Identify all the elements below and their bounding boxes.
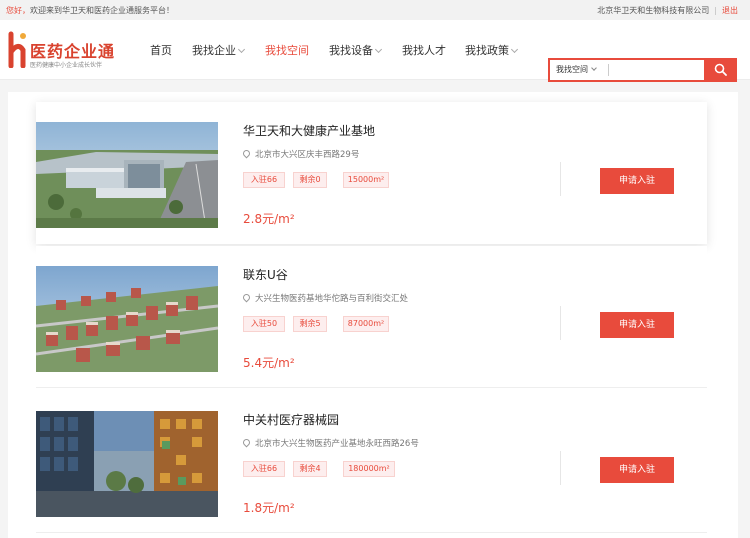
listing-address-text: 北京市大兴生物医药产业基地永旺西路26号 (255, 439, 419, 449)
separator: | (714, 6, 717, 15)
list-item[interactable]: 联东U谷 大兴生物医药基地华佗路与百利街交汇处 入驻50 剩余5 87000m²… (36, 246, 707, 388)
top-bar: 您好，欢迎来到华卫天和医药企业通服务平台！ 北京华卫天和生物科技有限公司 | 退出 (0, 0, 750, 20)
nav-home[interactable]: 首页 (150, 42, 172, 58)
location-pin-icon (241, 148, 252, 159)
listing-title[interactable]: 华卫天和大健康产业基地 (243, 122, 375, 139)
listing-address-text: 大兴生物医药基地华佗路与百利街交汇处 (255, 294, 409, 304)
search-type-select[interactable]: 我找空间 (556, 64, 597, 75)
listing-title[interactable]: 中关村医疗器械园 (243, 411, 339, 428)
chevron-down-icon (591, 65, 597, 71)
listing-address: 北京市大兴区庆丰西路29号 (241, 148, 360, 160)
nav-find-talent[interactable]: 我找人才 (402, 42, 446, 58)
nav-find-company[interactable]: 我找企业 (192, 42, 246, 58)
nav-find-space-label: 我找空间 (265, 44, 309, 57)
apply-button[interactable]: 申请入驻 (600, 312, 674, 338)
tag-settled: 入驻66 (243, 172, 285, 188)
tag-settled: 入驻66 (243, 461, 285, 477)
listing-address: 北京市大兴生物医药产业基地永旺西路26号 (241, 437, 419, 449)
listing-price: 2.8元/m² (243, 212, 295, 226)
welcome-message: 欢迎来到华卫天和医药企业通服务平台！ (30, 6, 174, 15)
divider (560, 162, 561, 196)
tag-settled: 入驻50 (243, 316, 285, 332)
divider (560, 306, 561, 340)
apply-button[interactable]: 申请入驻 (600, 168, 674, 194)
tag-remaining: 剩余5 (293, 316, 327, 332)
tag-area: 15000m² (343, 172, 389, 188)
list-item[interactable]: 中关村医疗器械园 北京市大兴生物医药产业基地永旺西路26号 入驻66 剩余4 1… (36, 391, 707, 533)
welcome-text: 您好，欢迎来到华卫天和医药企业通服务平台！ (6, 5, 174, 16)
list-item[interactable]: 华卫天和大健康产业基地 北京市大兴区庆丰西路29号 入驻66 剩余0 15000… (36, 102, 707, 244)
listing-image[interactable] (36, 122, 218, 228)
company-name[interactable]: 北京华卫天和生物科技有限公司 (597, 6, 709, 15)
welcome-greeting: 您好， (6, 6, 30, 15)
chevron-down-icon (374, 45, 383, 54)
chevron-down-icon (510, 45, 519, 54)
logout-link[interactable]: 退出 (722, 6, 738, 15)
logo-slogan: 医药健康中小企业成长伙伴 (30, 62, 103, 69)
listing-title[interactable]: 联东U谷 (243, 266, 288, 283)
listing-image[interactable] (36, 266, 218, 372)
tag-remaining: 剩余0 (293, 172, 327, 188)
nav-find-talent-label: 我找人才 (402, 44, 446, 57)
listing-price: 1.8元/m² (243, 501, 295, 515)
nav-find-equipment[interactable]: 我找设备 (329, 42, 383, 58)
search-input[interactable] (612, 62, 706, 78)
nav-find-policy-label: 我找政策 (465, 44, 509, 57)
logo-h-icon (8, 31, 26, 68)
listing-price: 5.4元/m² (243, 356, 295, 370)
search-button[interactable] (704, 58, 737, 82)
chevron-down-icon (237, 45, 246, 54)
account-area: 北京华卫天和生物科技有限公司 | 退出 (597, 5, 738, 16)
listing-image[interactable] (36, 411, 218, 517)
tag-area: 87000m² (343, 316, 389, 332)
listing-address: 大兴生物医药基地华佗路与百利街交汇处 (241, 292, 409, 304)
listing-address-text: 北京市大兴区庆丰西路29号 (255, 150, 360, 160)
search-box: 我找空间 (548, 58, 737, 82)
nav-home-label: 首页 (150, 44, 172, 57)
space-list: 华卫天和大健康产业基地 北京市大兴区庆丰西路29号 入驻66 剩余0 15000… (8, 92, 738, 538)
logo-name: 医药企业通 (30, 42, 116, 61)
search-icon (714, 63, 727, 76)
apply-button[interactable]: 申请入驻 (600, 457, 674, 483)
location-pin-icon (241, 292, 252, 303)
nav-find-space[interactable]: 我找空间 (265, 42, 309, 58)
nav-find-equipment-label: 我找设备 (329, 44, 373, 57)
tag-area: 180000m² (343, 461, 395, 477)
nav-find-company-label: 我找企业 (192, 44, 236, 57)
nav-find-policy[interactable]: 我找政策 (465, 42, 519, 58)
logo[interactable]: 医药企业通 医药健康中小企业成长伙伴 (6, 28, 126, 72)
tag-remaining: 剩余4 (293, 461, 327, 477)
search-type-label: 我找空间 (556, 65, 588, 74)
location-pin-icon (241, 437, 252, 448)
divider (560, 451, 561, 485)
header: 医药企业通 医药健康中小企业成长伙伴 首页 我找企业 我找空间 我找设备 我找人… (0, 20, 750, 82)
search-divider (608, 64, 609, 76)
